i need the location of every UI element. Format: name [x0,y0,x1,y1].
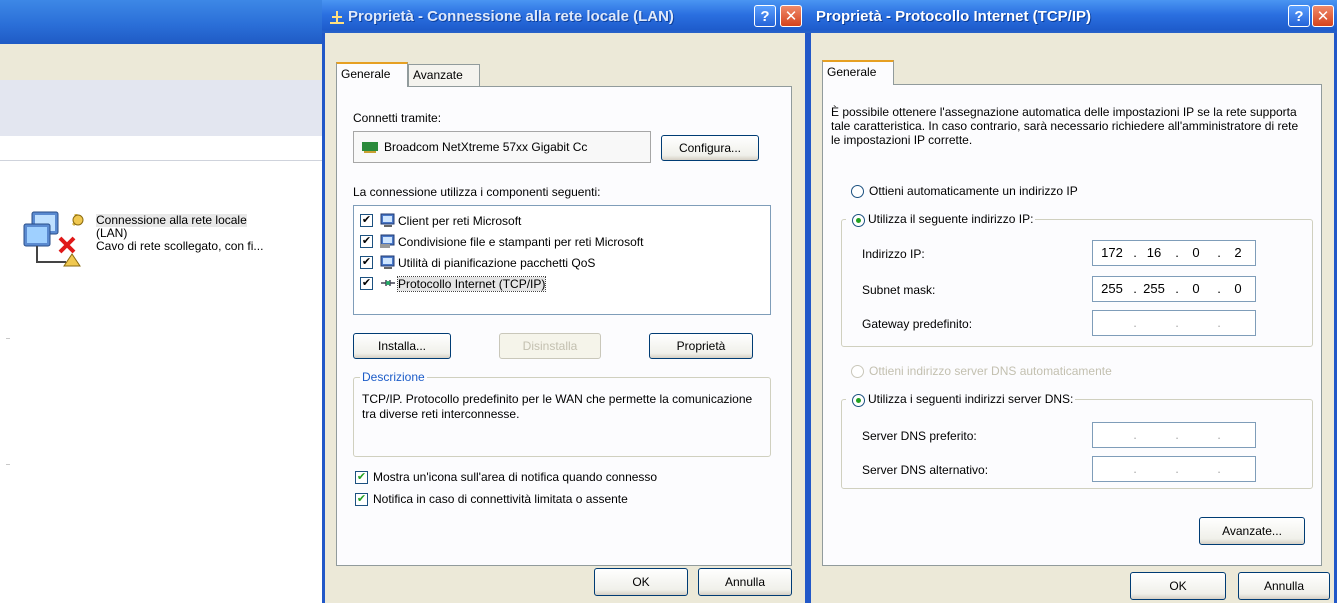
network-adapter-icon [362,142,378,153]
manual-ip-radio[interactable] [852,214,865,227]
ok-button[interactable]: OK [594,568,688,596]
ip-label: Indirizzo IP: [862,247,925,261]
gateway-label: Gateway predefinito: [862,317,973,331]
connection-name-suffix: (LAN) [96,227,128,240]
close-button[interactable]: ✕ [780,5,802,27]
lan-dialog-titlebar: Proprietà - Connessione alla rete locale… [322,0,808,33]
tab-generale[interactable]: Generale [822,60,894,85]
cancel-button[interactable]: Annulla [1238,572,1330,600]
show-icon-label: Mostra un'icona sull'area di notifica qu… [373,470,658,484]
manual-ip-label: Utilizza il seguente indirizzo IP: [846,212,1036,226]
connect-via-label: Connetti tramite: [353,111,442,125]
mask-octet: 255 [1143,281,1165,296]
frame-border [808,33,811,603]
dns-pref-label: Server DNS preferito: [862,429,977,443]
lan-properties-dialog: Proprietà - Connessione alla rete locale… [322,0,808,603]
mask-label: Subnet mask: [862,283,936,297]
components-list[interactable]: ✔ Client per reti Microsoft ✔ Condivisio… [353,205,771,315]
intro-text: È possibile ottenere l'assegnazione auto… [831,105,1299,147]
ip-octet: 2 [1234,245,1242,260]
manual-dns-radio[interactable] [852,394,865,407]
ip-octet: 16 [1146,245,1162,260]
properties-button[interactable]: Proprietà [649,333,753,359]
auto-ip-radio[interactable] [851,185,864,198]
connection-status: Cavo di rete scollegato, con fi... [96,240,264,253]
auto-dns-radio[interactable] [851,365,864,378]
adapter-name: Broadcom NetXtreme 57xx Gigabit Cc [384,140,588,154]
lan-connection-item[interactable]: Connessione alla rete locale (LAN) Cavo … [22,206,312,270]
show-icon-checkbox[interactable]: ✔ [355,471,368,484]
auto-dns-label: Ottieni indirizzo server DNS automaticam… [869,364,1112,378]
tcpip-properties-dialog: Proprietà - Protocollo Internet (TCP/IP)… [808,0,1337,603]
network-client-icon [380,213,395,227]
explorer-toolbar [0,80,322,137]
description-groupbox: Descrizione TCP/IP. Protocollo predefini… [353,370,771,457]
general-tab-panel: È possibile ottenere l'assegnazione auto… [822,84,1322,566]
ip-address-field[interactable]: 172 . 16 . 0 . 2 [1092,240,1256,266]
explorer-titlebar [0,0,322,44]
ok-button[interactable]: OK [1130,572,1226,600]
cancel-button[interactable]: Annulla [698,568,792,596]
frame-border [322,33,325,603]
help-button[interactable]: ? [1288,5,1310,27]
notify-checkbox[interactable]: ✔ [355,493,368,506]
auto-ip-label: Ottieni automaticamente un indirizzo IP [869,184,1078,198]
component-label: Utilità di pianificazione pacchetti QoS [398,256,596,270]
manual-dns-label: Utilizza i seguenti indirizzi server DNS… [846,392,1076,406]
configure-button[interactable]: Configura... [661,135,759,161]
component-checkbox[interactable]: ✔ [360,256,373,269]
notify-label: Notifica in caso di connettività limitat… [373,492,628,506]
component-label: Protocollo Internet (TCP/IP) [396,276,547,292]
file-printer-sharing-icon [380,234,395,248]
dns-alt-label: Server DNS alternativo: [862,463,989,477]
qos-scheduler-icon [380,255,395,269]
adapter-field: Broadcom NetXtreme 57xx Gigabit Cc [353,131,651,163]
gateway-field[interactable]: ... [1092,310,1256,336]
ip-groupbox: Utilizza il seguente indirizzo IP: Indir… [841,212,1313,347]
lan-dialog-title: Proprietà - Connessione alla rete locale… [348,8,674,25]
tab-avanzate[interactable]: Avanzate [408,64,480,86]
advanced-button[interactable]: Avanzate... [1199,517,1305,545]
dns-preferred-field[interactable]: ... [1092,422,1256,448]
component-checkbox[interactable]: ✔ [360,277,373,290]
mask-octet: 255 [1101,281,1123,296]
connection-name: Connessione alla rete locale [96,214,247,227]
divider [6,464,10,465]
tcpip-dialog-titlebar: Proprietà - Protocollo Internet (TCP/IP)… [808,0,1337,33]
mask-octet: 0 [1192,281,1200,296]
network-icon [330,11,344,24]
mask-octet: 0 [1234,281,1242,296]
protocol-icon [381,280,395,286]
tab-generale[interactable]: Generale [336,62,408,87]
component-checkbox[interactable]: ✔ [360,214,373,227]
uninstall-button[interactable]: Disinstalla [499,333,601,359]
help-button[interactable]: ? [754,5,776,27]
ip-octet: 172 [1101,245,1123,260]
divider [6,338,10,339]
tcpip-dialog-title: Proprietà - Protocollo Internet (TCP/IP) [816,8,1092,25]
subnet-mask-field[interactable]: 255 . 255 . 0 . 0 [1092,276,1256,302]
component-label: Client per reti Microsoft [398,214,522,228]
components-label: La connessione utilizza i componenti seg… [353,185,601,199]
component-label: Condivisione file e stampanti per reti M… [398,235,644,249]
explorer-menubar [0,44,322,81]
network-connection-icon [23,211,84,267]
explorer-address-bar [0,136,322,161]
close-button[interactable]: ✕ [1312,5,1334,27]
description-title: Descrizione [360,370,427,384]
install-button[interactable]: Installa... [353,333,451,359]
component-checkbox[interactable]: ✔ [360,235,373,248]
ip-octet: 0 [1192,245,1200,260]
dns-groupbox: Utilizza i seguenti indirizzi server DNS… [841,392,1313,489]
dns-alternate-field[interactable]: ... [1092,456,1256,482]
network-connections-window: Connessione alla rete locale (LAN) Cavo … [0,0,322,603]
general-tab-panel: Connetti tramite: Broadcom NetXtreme 57x… [336,86,792,566]
description-text: TCP/IP. Protocollo predefinito per le WA… [362,392,753,421]
